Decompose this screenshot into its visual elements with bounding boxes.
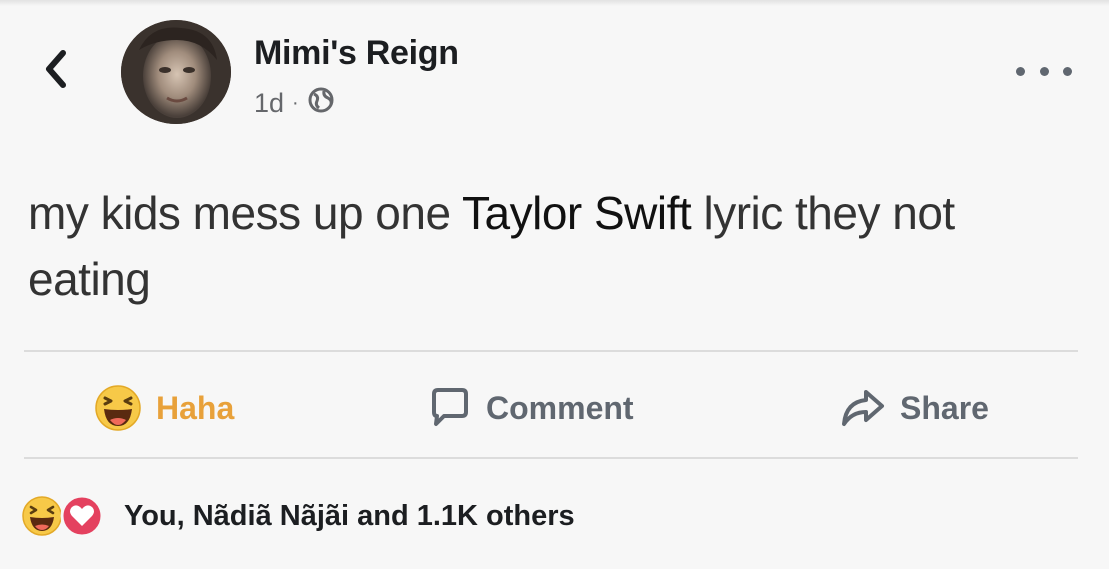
more-dot — [1039, 66, 1049, 76]
globe-icon — [307, 86, 335, 121]
meta-separator: · — [292, 92, 299, 114]
share-arrow-icon — [838, 386, 886, 430]
chevron-left-icon — [43, 49, 69, 94]
share-label: Share — [900, 389, 989, 426]
haha-label: Haha — [156, 389, 235, 426]
post-text-part1: my kids mess up one — [28, 187, 463, 239]
more-options-button[interactable] — [1016, 58, 1072, 84]
comment-label: Comment — [486, 389, 634, 426]
avatar[interactable] — [121, 20, 231, 124]
post-text-highlight: Taylor Swift — [462, 187, 692, 239]
post-meta: 1d · — [254, 86, 335, 121]
author-name[interactable]: Mimi's Reign — [254, 34, 459, 73]
divider-top — [24, 350, 1078, 352]
post-text: my kids mess up one Taylor Swift lyric t… — [28, 180, 1088, 312]
love-reaction-icon — [60, 494, 104, 538]
more-dot — [1016, 66, 1025, 76]
haha-emoji-icon — [94, 384, 142, 432]
post-time[interactable]: 1d — [254, 88, 284, 119]
comment-bubble-icon — [428, 386, 472, 430]
reaction-icons — [20, 494, 114, 538]
more-dot — [1063, 66, 1072, 76]
facebook-post: Mimi's Reign 1d · my kids mess up one Ta… — [0, 0, 1109, 569]
top-edge — [0, 0, 1109, 6]
reactions-summary[interactable]: You, Nãdiã Nãjãi and 1.1K others — [124, 500, 575, 533]
back-button[interactable] — [36, 46, 76, 96]
divider-bottom — [24, 457, 1078, 459]
share-button[interactable]: Share — [838, 384, 989, 432]
comment-button[interactable]: Comment — [428, 384, 634, 432]
haha-button[interactable]: Haha — [94, 384, 234, 432]
reactions-bar[interactable]: You, Nãdiã Nãjãi and 1.1K others — [20, 494, 575, 538]
